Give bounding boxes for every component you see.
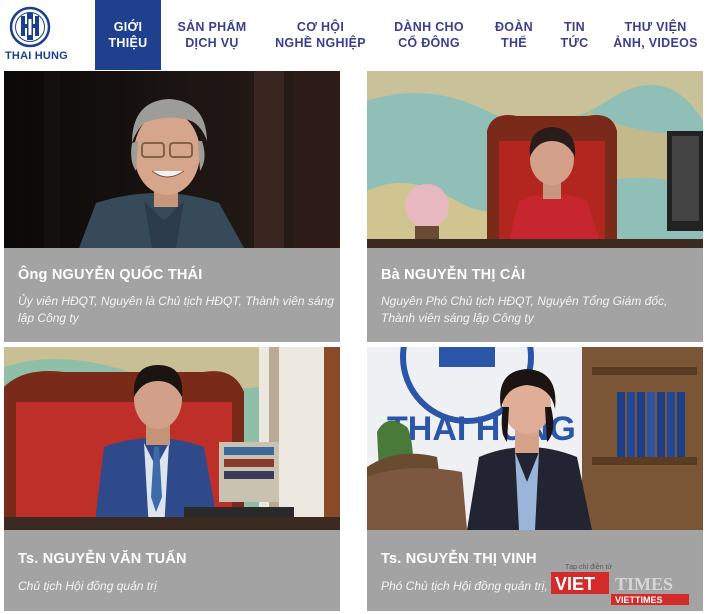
watermark-brand-left: VIET (555, 574, 595, 594)
watermark-brand-right: TIMES (615, 574, 673, 594)
nav-item-thu-vien-anh-videos[interactable]: THƯ VIỆN ẢNH, VIDEOS (604, 0, 707, 70)
person-card[interactable]: Ts. NGUYỄN VĂN TUẤN Chủ tịch Hội đồng qu… (4, 347, 340, 611)
person-card[interactable]: Bà NGUYỄN THỊ CẢI Nguyên Phó Chủ tịch HĐ… (367, 71, 703, 342)
person-photo (367, 71, 703, 248)
watermark-tagline: Tạp chí điện tử (565, 563, 612, 571)
watermark-brand-small: VIETTIMES (615, 595, 663, 605)
viettimes-logo-icon: Tạp chí điện tử VIET TIMES VIETTIMES (551, 563, 689, 605)
nav-item-gioi-thieu[interactable]: GIỚI THIỆU (95, 0, 161, 70)
person-name: Ts. NGUYỄN THỊ VINH (381, 551, 537, 567)
person-name: Ông NGUYỄN QUỐC THÁI (18, 267, 203, 283)
person-photo: THAI HUNG (367, 347, 703, 530)
portrait-image (4, 347, 340, 530)
viettimes-watermark: Tạp chí điện tử VIET TIMES VIETTIMES (551, 560, 699, 606)
person-photo (4, 347, 340, 530)
person-title: Chủ tịch Hội đồng quản trị (18, 579, 157, 593)
person-title: Ủy viên HĐQT, Nguyên là Chủ tịch HĐQT, T… (18, 294, 334, 325)
portrait-image: THAI HUNG (367, 347, 703, 530)
person-name: Bà NGUYỄN THỊ CẢI (381, 267, 526, 283)
nav-item-tin-tuc[interactable]: TIN TỨC (552, 0, 597, 70)
nav-item-danh-cho-co-dong[interactable]: DÀNH CHO CỔ ĐÔNG (384, 0, 474, 70)
nav-item-doan-the[interactable]: ĐOÀN THỂ (485, 0, 543, 70)
portrait-image (367, 71, 703, 248)
person-card[interactable]: Ông NGUYỄN QUỐC THÁI Ủy viên HĐQT, Nguyê… (4, 71, 340, 342)
person-photo (4, 71, 340, 248)
logo-text: THAI HUNG (5, 50, 68, 62)
portrait-image (4, 71, 340, 248)
thai-hung-logo[interactable]: THAI HUNG (0, 0, 95, 70)
person-title: Nguyên Phó Chủ tịch HĐQT, Nguyên Tổng Gi… (381, 294, 668, 325)
nav-item-san-pham-dich-vu[interactable]: SẢN PHẨM DỊCH VỤ (166, 0, 258, 70)
nav-item-co-hoi-nghe-nghiep[interactable]: CƠ HỘI NGHỀ NGHIỆP (267, 0, 374, 70)
person-title: Phó Chủ tịch Hội đồng quản trị, T (381, 579, 559, 593)
person-name: Ts. NGUYỄN VĂN TUẤN (18, 551, 187, 567)
top-navigation: THAI HUNG GIỚI THIỆU SẢN PHẨM DỊCH VỤ CƠ… (0, 0, 707, 70)
